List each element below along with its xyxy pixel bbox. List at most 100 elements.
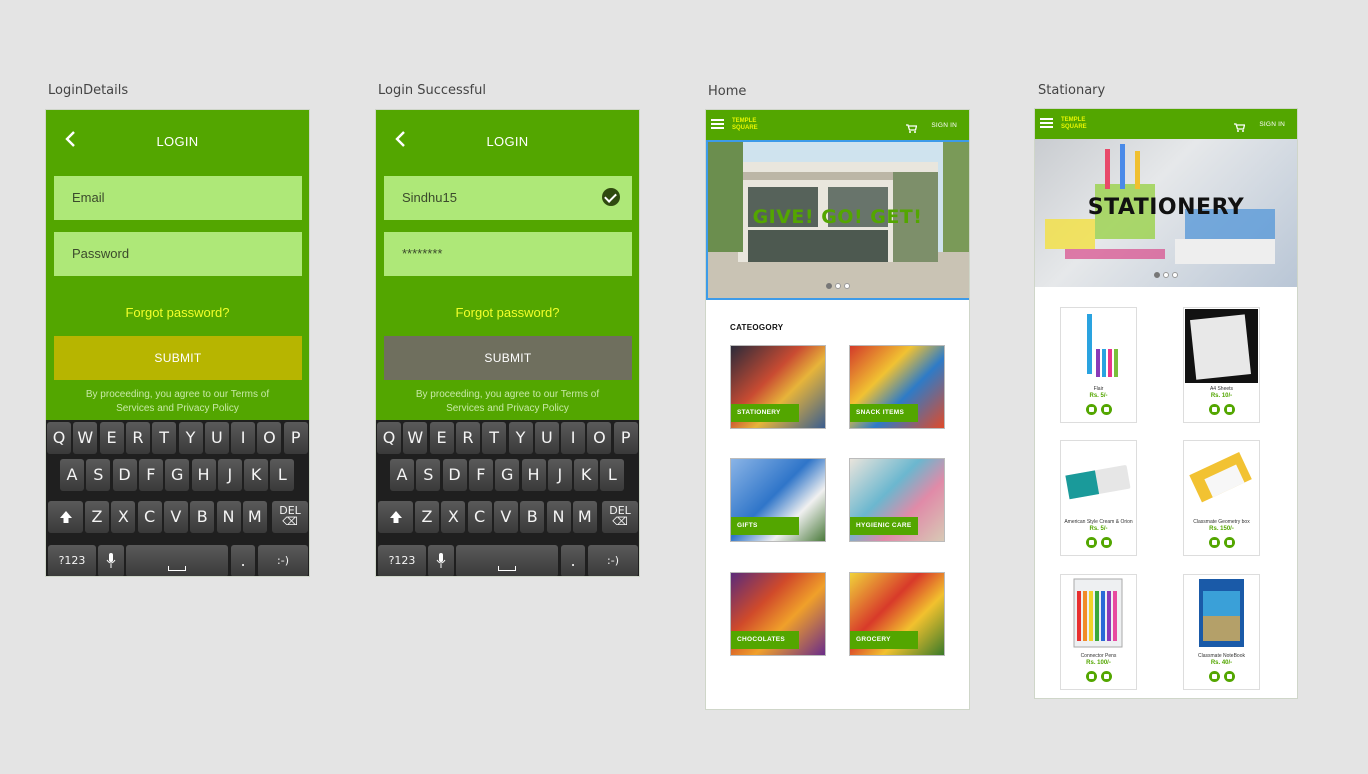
key-u[interactable]: U [204,422,229,454]
key-m[interactable]: M [242,501,267,533]
key-w[interactable]: W [403,422,428,454]
password-field[interactable]: Password [54,232,302,276]
key-m[interactable]: M [572,501,597,533]
cart-icon[interactable] [1234,119,1246,132]
add-to-cart-icon[interactable] [1208,537,1220,548]
key-t[interactable]: T [152,422,177,454]
key-v[interactable]: V [163,501,188,533]
key-d[interactable]: D [442,459,467,491]
key-u[interactable]: U [534,422,559,454]
key-h[interactable]: H [521,459,546,491]
numbers-key[interactable]: ?123 [378,545,426,576]
category-gifts[interactable]: GIFTS [730,458,826,542]
key-p[interactable]: P [613,422,638,454]
category-hygienic-care[interactable]: HYGIENIC CARE [849,458,945,542]
smiley-key[interactable]: :-) [588,545,638,576]
submit-button[interactable]: SUBMIT [54,336,302,380]
wishlist-icon[interactable] [1100,671,1112,682]
key-t[interactable]: T [482,422,507,454]
delete-key[interactable]: DEL ⌫ [272,501,308,533]
key-i[interactable]: I [561,422,586,454]
category-grocery[interactable]: GROCERY [849,572,945,656]
period-key[interactable]: . [561,545,585,576]
key-k[interactable]: K [574,459,599,491]
delete-key[interactable]: DEL ⌫ [602,501,638,533]
key-e[interactable]: E [429,422,454,454]
key-g[interactable]: G [165,459,190,491]
key-e[interactable]: E [99,422,124,454]
key-y[interactable]: Y [178,422,203,454]
key-r[interactable]: R [125,422,150,454]
key-b[interactable]: B [520,501,545,533]
hero-banner[interactable]: GIVE! GO! GET! [706,140,969,300]
key-w[interactable]: W [73,422,98,454]
key-n[interactable]: N [216,501,241,533]
key-s[interactable]: S [416,459,441,491]
key-f[interactable]: F [138,459,163,491]
key-l[interactable]: L [270,459,295,491]
email-field[interactable]: Email [54,176,302,220]
add-to-cart-icon[interactable] [1085,671,1097,682]
key-s[interactable]: S [86,459,111,491]
product-card[interactable]: Connector Pens Rs. 100/- [1060,574,1137,690]
carousel-dots[interactable] [1154,272,1178,278]
key-a[interactable]: A [390,459,414,491]
hero-banner[interactable]: STATIONERY [1035,139,1297,287]
key-o[interactable]: O [587,422,612,454]
key-b[interactable]: B [190,501,215,533]
menu-icon[interactable] [1040,118,1053,128]
key-n[interactable]: N [546,501,571,533]
sign-in-link[interactable]: SIGN IN [1259,121,1285,128]
product-card[interactable]: Flair Rs. 5/- [1060,307,1137,423]
product-card[interactable]: A4 Sheets Rs. 10/- [1183,307,1260,423]
numbers-key[interactable]: ?123 [48,545,96,576]
product-card[interactable]: Classmate NoteBook Rs. 40/- [1183,574,1260,690]
space-key[interactable] [126,545,228,576]
key-z[interactable]: Z [85,501,109,533]
key-j[interactable]: J [547,459,572,491]
key-g[interactable]: G [495,459,520,491]
product-card[interactable]: American Style Cream & Orion Rs. 5/- [1060,440,1137,556]
carousel-dots[interactable] [825,283,850,289]
key-a[interactable]: A [60,459,84,491]
wishlist-icon[interactable] [1100,537,1112,548]
key-o[interactable]: O [257,422,282,454]
key-d[interactable]: D [112,459,137,491]
mic-key[interactable] [98,545,124,576]
key-z[interactable]: Z [415,501,439,533]
key-q[interactable]: Q [47,422,71,454]
category-snack-items[interactable]: SNACK ITEMS [849,345,945,429]
wishlist-icon[interactable] [1223,404,1235,415]
add-to-cart-icon[interactable] [1085,537,1097,548]
add-to-cart-icon[interactable] [1208,404,1220,415]
key-v[interactable]: V [493,501,518,533]
shift-key[interactable] [378,501,413,533]
shift-key[interactable] [48,501,83,533]
key-x[interactable]: X [111,501,136,533]
add-to-cart-icon[interactable] [1208,671,1220,682]
smiley-key[interactable]: :-) [258,545,308,576]
submit-button[interactable]: SUBMIT [384,336,632,380]
key-c[interactable]: C [467,501,492,533]
space-key[interactable] [456,545,558,576]
key-f[interactable]: F [468,459,493,491]
key-q[interactable]: Q [377,422,401,454]
key-l[interactable]: L [600,459,625,491]
key-c[interactable]: C [137,501,162,533]
sign-in-link[interactable]: SIGN IN [931,122,957,129]
key-r[interactable]: R [455,422,480,454]
forgot-password-link[interactable]: Forgot password? [46,305,309,320]
key-y[interactable]: Y [508,422,533,454]
key-h[interactable]: H [191,459,216,491]
key-p[interactable]: P [283,422,308,454]
wishlist-icon[interactable] [1100,404,1112,415]
add-to-cart-icon[interactable] [1085,404,1097,415]
forgot-password-link[interactable]: Forgot password? [376,305,639,320]
key-j[interactable]: J [217,459,242,491]
category-chocolates[interactable]: CHOCOLATES [730,572,826,656]
key-k[interactable]: K [244,459,269,491]
cart-icon[interactable] [906,120,918,133]
mic-key[interactable] [428,545,454,576]
product-card[interactable]: Classmate Geometry box Rs. 150/- [1183,440,1260,556]
key-x[interactable]: X [441,501,466,533]
